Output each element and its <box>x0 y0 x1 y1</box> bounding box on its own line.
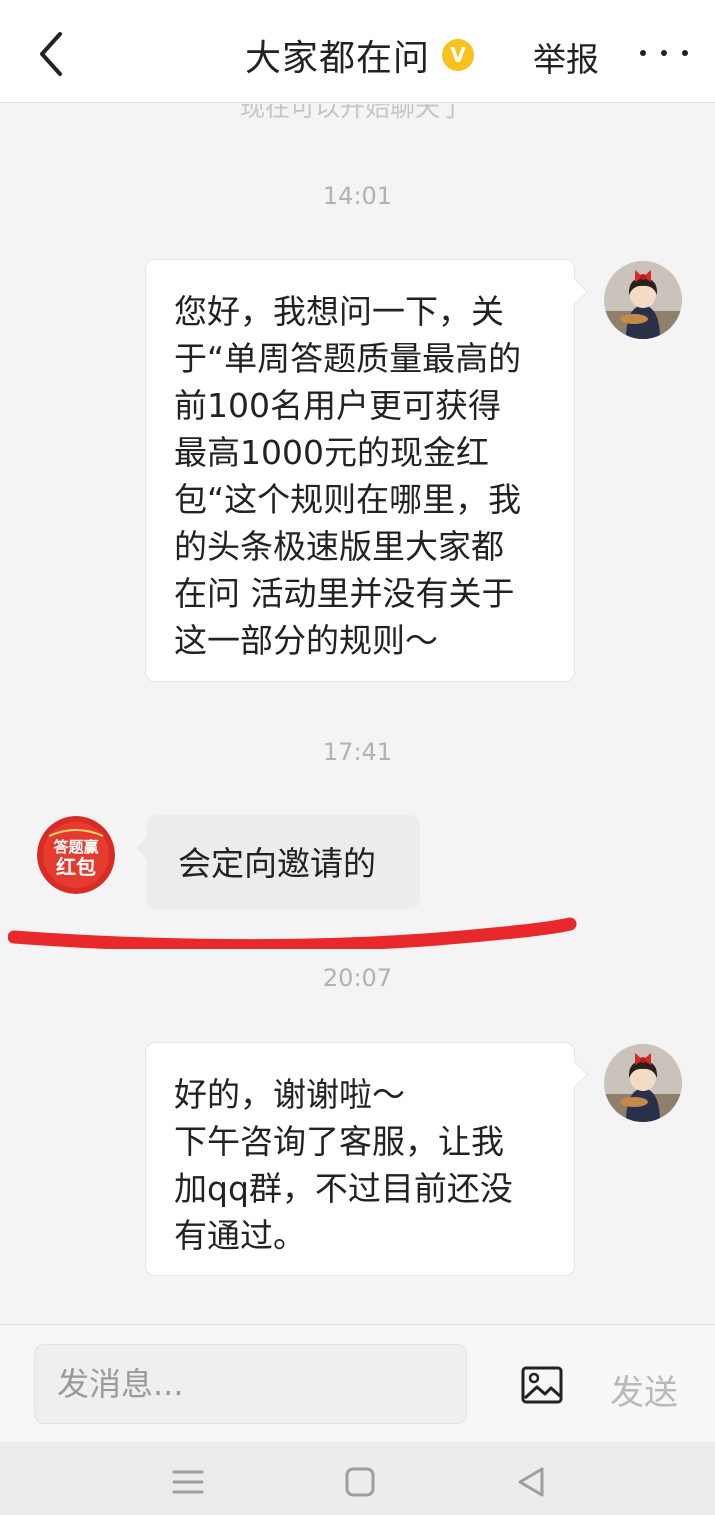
image-icon <box>521 1366 563 1404</box>
red-underline-annotation <box>8 917 577 949</box>
chat-header: 大家都在问 V 举报 <box>0 0 715 103</box>
red-packet-avatar-icon: 答题赢 红包 <box>37 816 115 894</box>
more-dot-icon <box>661 50 667 56</box>
timestamp: 17:41 <box>322 738 393 766</box>
message-bubble-sent[interactable]: 您好，我想问一下，关 于“单周答题质量最高的 前100名用户更可获得 最高100… <box>145 259 575 682</box>
message-bubble-sent[interactable]: 好的，谢谢啦～ 下午咨询了客服，让我 加qq群，不过目前还没 有通过。 <box>145 1042 575 1276</box>
verified-badge-label: V <box>450 43 466 67</box>
title-group: 大家都在问 V <box>245 30 475 80</box>
more-options-button[interactable] <box>640 37 688 69</box>
verified-badge-icon: V <box>442 39 475 71</box>
user-avatar[interactable] <box>604 1044 682 1122</box>
system-back-button[interactable] <box>511 1462 551 1502</box>
chat-messages[interactable]: 现在可以开始聊天了 14:01 您好，我想问一下，关 于“单周答题质量最高的 前… <box>0 104 715 1324</box>
back-button[interactable] <box>26 26 76 82</box>
svg-text:红包: 红包 <box>56 855 96 879</box>
menu-icon <box>172 1470 204 1494</box>
image-button[interactable] <box>520 1365 564 1405</box>
chevron-left-icon <box>40 32 62 76</box>
page-title: 大家都在问 <box>245 38 431 79</box>
timestamp: 20:07 <box>322 964 393 992</box>
user-avatar[interactable] <box>604 261 682 339</box>
home-button[interactable] <box>340 1462 380 1502</box>
home-square-icon <box>345 1467 375 1497</box>
faded-system-text: 现在可以开始聊天了 <box>240 104 466 122</box>
user-avatar-icon <box>604 1044 682 1122</box>
send-button[interactable]: 发送 <box>610 1365 678 1414</box>
more-dot-icon <box>682 50 688 56</box>
timestamp: 14:01 <box>322 182 393 210</box>
menu-button[interactable] <box>168 1462 208 1502</box>
system-nav-bar <box>0 1442 715 1515</box>
svg-text:答题赢: 答题赢 <box>53 838 98 856</box>
message-bubble-received[interactable]: 会定向邀请的 <box>147 815 420 909</box>
user-avatar-icon <box>604 261 682 339</box>
more-dot-icon <box>640 50 646 56</box>
message-input[interactable] <box>34 1344 467 1424</box>
sender-avatar[interactable]: 答题赢 红包 <box>37 816 115 894</box>
back-triangle-icon <box>518 1467 544 1497</box>
report-button[interactable]: 举报 <box>533 33 599 81</box>
message-input-bar: 发送 <box>0 1324 715 1442</box>
